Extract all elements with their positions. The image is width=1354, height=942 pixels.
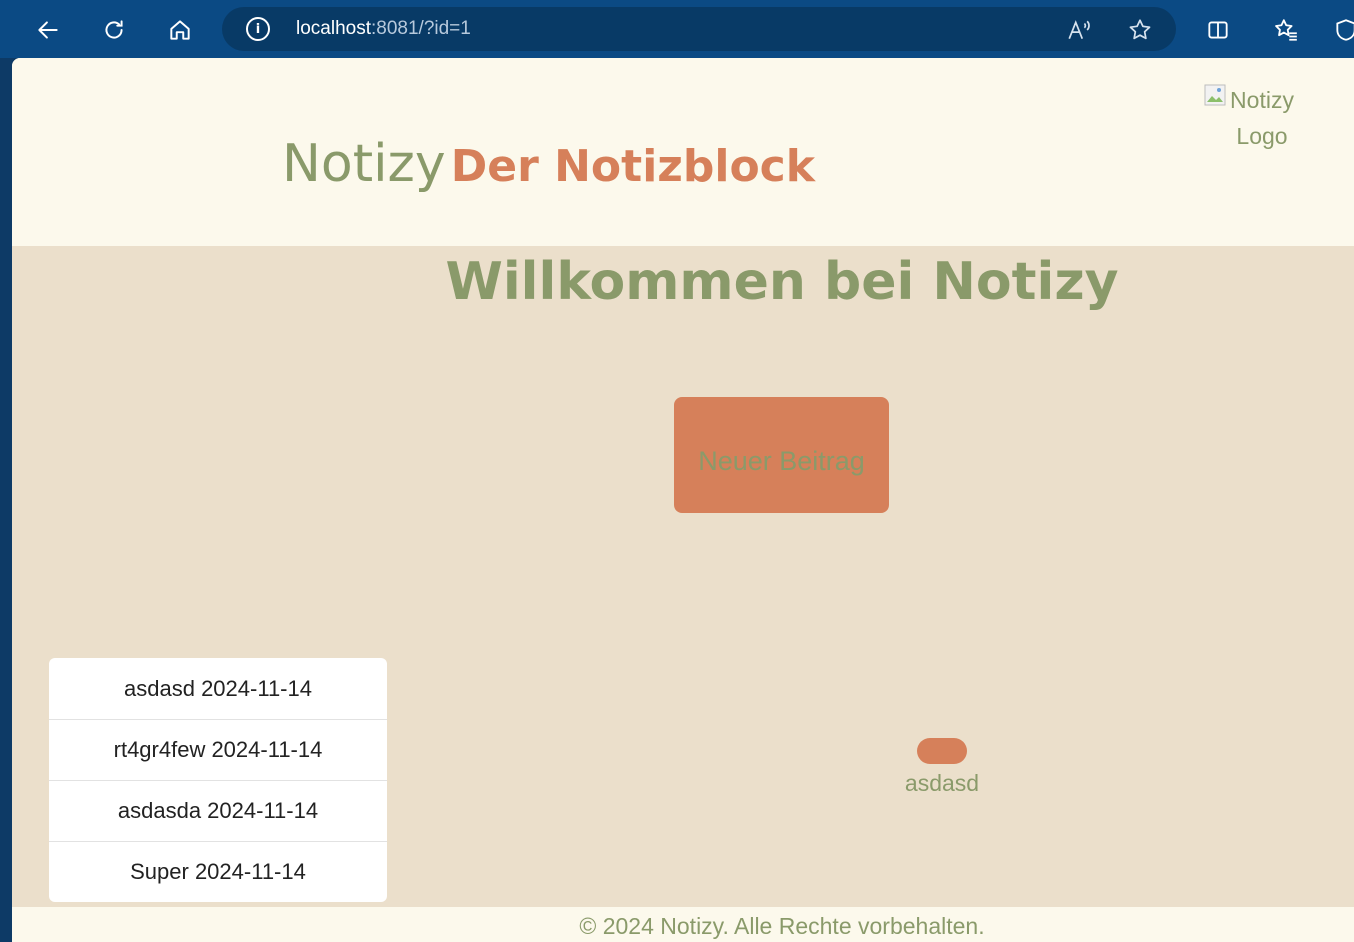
site-info-icon[interactable]: i [246,17,270,41]
footer: © 2024 Notizy. Alle Rechte vorbehalten. [12,907,1354,942]
welcome-title: Willkommen bei Notizy [445,252,1119,312]
brand: Notizy Der Notizblock [282,134,815,194]
brand-name: Notizy [282,134,446,194]
page-viewport: Notizy Der Notizblock Notizy Logo Willko… [12,58,1354,942]
list-item[interactable]: rt4gr4few 2024-11-14 [49,719,387,780]
browser-essentials-icon[interactable] [1326,10,1354,50]
notes-list: asdasd 2024-11-14 rt4gr4few 2024-11-14 a… [49,658,387,902]
browser-toolbar: i localhost:8081/?id=1 [0,0,1354,58]
logo: Notizy Logo [1202,82,1322,154]
broken-image-icon [1204,84,1226,106]
new-post-button[interactable]: Neuer Beitrag [674,397,889,513]
home-icon[interactable] [160,10,200,50]
url-host: localhost [296,18,371,39]
refresh-icon[interactable] [94,10,134,50]
brand-tagline: Der Notizblock [450,141,816,192]
note-pill-button[interactable] [917,738,967,764]
site-header: Notizy Der Notizblock Notizy Logo [12,58,1354,246]
list-item[interactable]: asdasda 2024-11-14 [49,780,387,841]
split-screen-icon[interactable] [1198,10,1238,50]
back-icon[interactable] [28,10,68,50]
url-text[interactable]: localhost:8081/?id=1 [296,18,471,40]
favorites-icon[interactable] [1266,10,1306,50]
list-item[interactable]: asdasd 2024-11-14 [49,658,387,719]
selected-note-label: asdasd [904,770,980,796]
url-path: :8081/?id=1 [371,18,471,39]
address-bar[interactable]: i localhost:8081/?id=1 [222,7,1176,51]
favorite-star-icon[interactable] [1127,17,1153,43]
read-aloud-icon[interactable] [1066,17,1092,43]
list-item[interactable]: Super 2024-11-14 [49,841,387,902]
footer-copyright: © 2024 Notizy. Alle Rechte vorbehalten. [579,913,985,939]
logo-alt-text: Notizy Logo [1230,87,1294,149]
